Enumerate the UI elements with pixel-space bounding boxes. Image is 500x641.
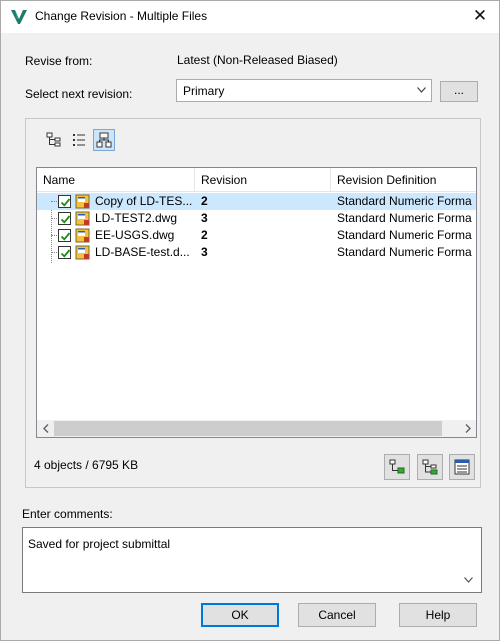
status-summary: 4 objects / 6795 KB [34,458,139,472]
next-revision-value: Primary [183,84,225,98]
horizontal-scrollbar[interactable] [37,420,476,437]
column-header-name[interactable]: Name [37,168,195,192]
chevron-down-icon[interactable] [411,80,431,101]
browse-button[interactable]: ... [440,81,478,102]
ok-button[interactable]: OK [201,603,279,627]
close-icon[interactable]: ✕ [469,5,491,27]
checkmark-icon [60,198,71,207]
properties-button[interactable] [449,454,475,480]
tree-expand-icon [389,459,405,474]
revise-from-value: Latest (Non-Released Biased) [177,53,338,67]
row-name: EE-USGS.dwg [95,228,175,242]
table-row[interactable]: LD-BASE-test.d... 3 Standard Numeric For… [37,244,476,261]
column-header-revision[interactable]: Revision [195,168,331,192]
dwg-file-icon [75,211,90,226]
row-revision-definition: Standard Numeric Forma [337,228,472,242]
structure-view-button[interactable] [93,129,115,151]
next-revision-select[interactable]: Primary [176,79,432,102]
table-row[interactable]: Copy of LD-TES... 2 Standard Numeric For… [37,193,476,210]
comments-text: Saved for project submittal [28,537,171,551]
row-revision-definition: Standard Numeric Forma [337,194,472,208]
structure-view-icon [96,132,112,148]
chevron-down-icon[interactable] [464,575,473,586]
row-checkbox[interactable] [58,212,71,225]
collapse-all-button[interactable] [417,454,443,480]
scroll-left-icon[interactable] [37,420,54,437]
row-revision: 3 [201,245,208,259]
next-revision-label: Select next revision: [25,87,133,101]
checkmark-icon [60,249,71,258]
list-header: Name Revision Revision Definition [37,168,476,192]
help-button[interactable]: Help [399,603,477,627]
file-list[interactable]: Name Revision Revision Definition Copy o… [36,167,477,438]
dialog-window: Change Revision - Multiple Files ✕ Revis… [0,0,500,641]
cancel-button[interactable]: Cancel [298,603,376,627]
revise-from-label: Revise from: [25,54,93,68]
tree-view-button[interactable] [43,129,65,151]
row-name: Copy of LD-TES... [95,194,193,208]
row-name: LD-TEST2.dwg [95,211,178,225]
row-checkbox[interactable] [58,246,71,259]
comments-input[interactable]: Saved for project submittal [22,527,482,593]
table-row[interactable]: LD-TEST2.dwg 3 Standard Numeric Forma [37,210,476,227]
dwg-file-icon [75,245,90,260]
vault-logo-icon [11,10,27,24]
row-revision: 2 [201,228,208,242]
row-checkbox[interactable] [58,195,71,208]
row-name: LD-BASE-test.d... [95,245,190,259]
list-view-button[interactable] [68,129,90,151]
comments-label: Enter comments: [22,507,113,521]
list-view-icon [73,134,85,146]
row-revision: 2 [201,194,208,208]
row-revision: 3 [201,211,208,225]
checkmark-icon [60,232,71,241]
row-revision-definition: Standard Numeric Forma [337,211,472,225]
title-bar: Change Revision - Multiple Files ✕ [1,1,499,33]
scrollbar-thumb[interactable] [54,421,442,436]
table-row[interactable]: EE-USGS.dwg 2 Standard Numeric Forma [37,227,476,244]
column-header-revision-definition[interactable]: Revision Definition [331,168,476,192]
window-title: Change Revision - Multiple Files [35,9,208,23]
checkmark-icon [60,215,71,224]
expand-all-button[interactable] [384,454,410,480]
row-revision-definition: Standard Numeric Forma [337,245,472,259]
properties-grid-icon [454,459,470,475]
tree-view-icon [46,132,61,147]
row-checkbox[interactable] [58,229,71,242]
dwg-file-icon [75,194,90,209]
dwg-file-icon [75,228,90,243]
tree-collapse-icon [422,459,438,475]
scroll-right-icon[interactable] [459,420,476,437]
